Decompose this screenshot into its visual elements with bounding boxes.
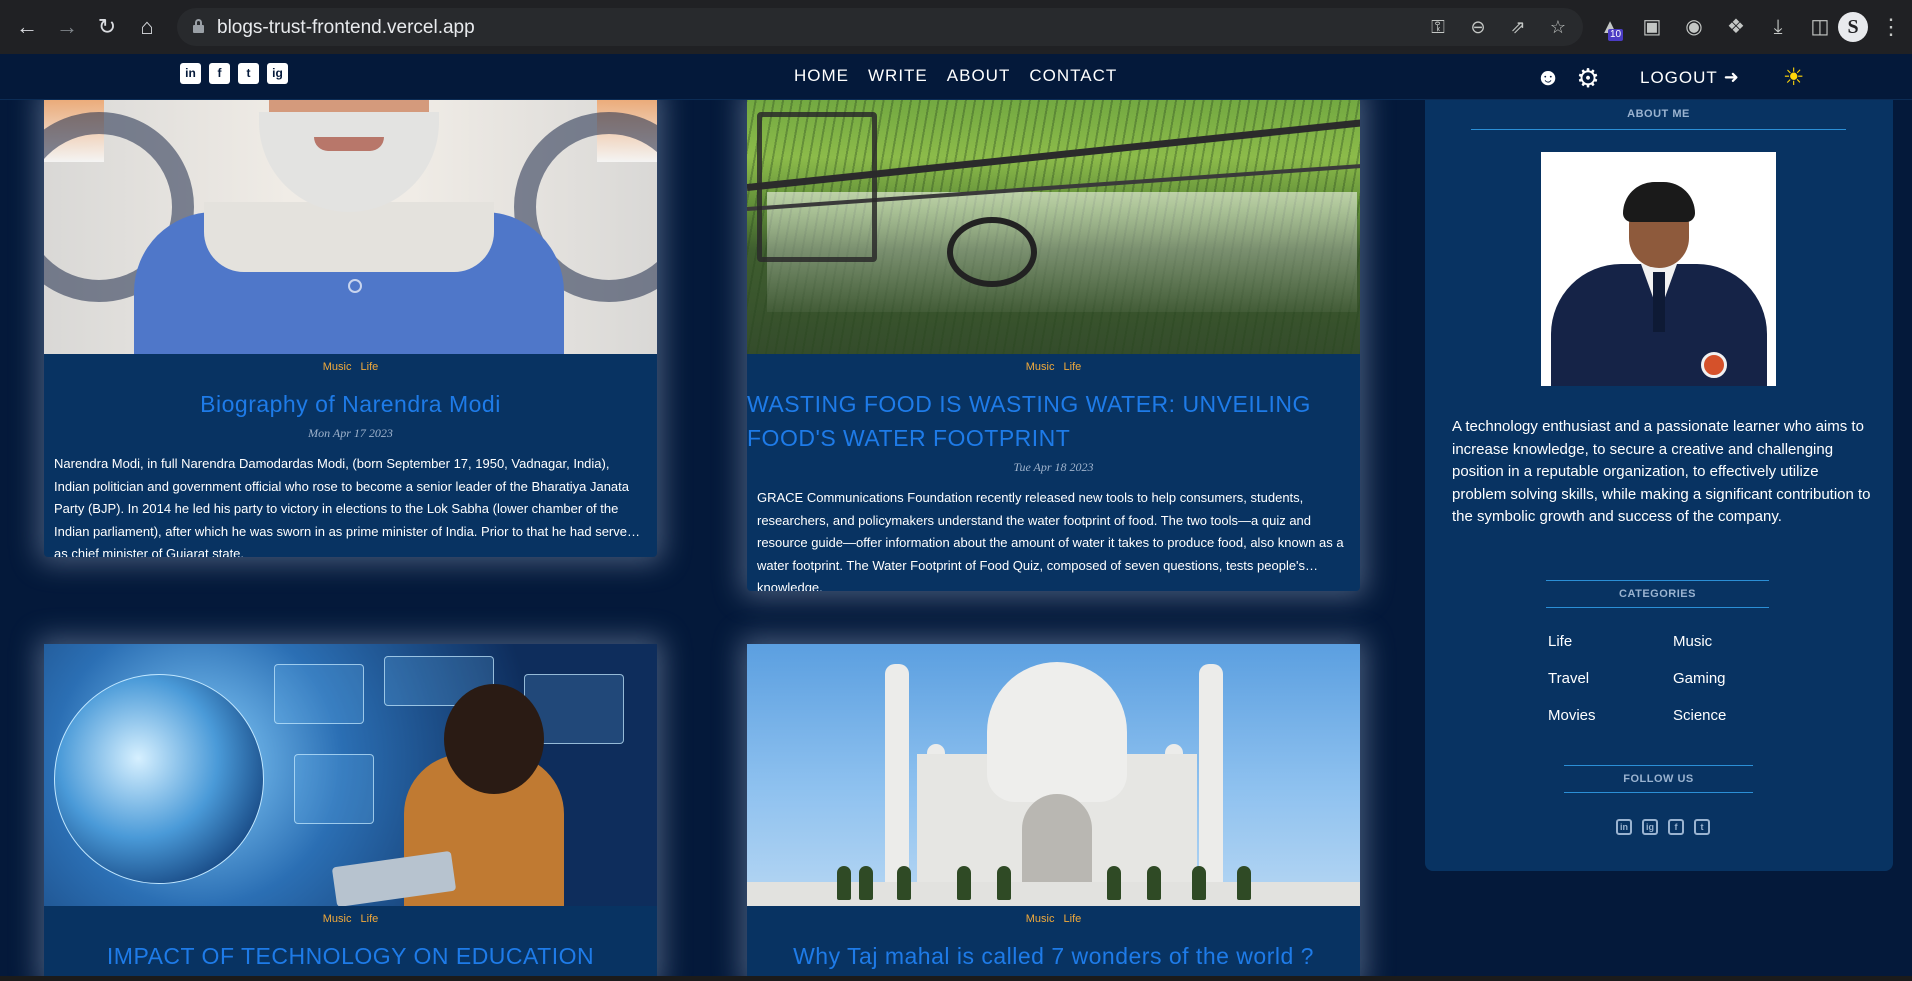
camera-extension-icon[interactable]: ◉	[1680, 9, 1708, 45]
menu-home[interactable]: HOME	[794, 66, 849, 86]
zoom-out-icon[interactable]: ⊖	[1465, 14, 1491, 40]
facebook-icon[interactable]: f	[209, 63, 230, 84]
post-date: Mon Apr 17 2023	[308, 426, 393, 440]
post-card[interactable]: Music Life WASTING FOOD IS WASTING WATER…	[747, 92, 1360, 591]
about-text: A technology enthusiast and a passionate…	[1452, 418, 1871, 526]
post-title[interactable]: WASTING FOOD IS WASTING WATER: UNVEILING…	[747, 387, 1360, 455]
category-life[interactable]: Life	[1548, 632, 1673, 651]
menu-write[interactable]: WRITE	[868, 66, 928, 86]
follow-title: FOLLOW US	[1564, 765, 1753, 793]
post-categories[interactable]: Music Life	[44, 361, 657, 373]
add-user-icon[interactable]: ☻	[1534, 64, 1562, 92]
profile-avatar[interactable]: S	[1838, 12, 1868, 42]
post-date: Tue Apr 18 2023	[1013, 460, 1094, 474]
post-card[interactable]: Music Life Biography of Narendra Modi Mo…	[44, 92, 657, 557]
category-movies[interactable]: Movies	[1548, 706, 1673, 725]
post-image[interactable]	[747, 92, 1360, 354]
reload-icon[interactable]: ↻	[89, 9, 125, 45]
post-image[interactable]	[747, 644, 1360, 906]
address-bar[interactable]: blogs-trust-frontend.vercel.app ⚿ ⊖ ⇗ ☆	[177, 8, 1583, 46]
menu-contact[interactable]: CONTACT	[1029, 66, 1117, 86]
sidebar: ABOUT ME A technology enthusiast and a p…	[1425, 96, 1893, 871]
star-icon[interactable]: ☆	[1545, 14, 1571, 40]
about-title: ABOUT ME	[1471, 108, 1846, 130]
linkedin-icon[interactable]: in	[1616, 819, 1632, 835]
post-categories[interactable]: Music Life	[747, 361, 1360, 373]
post-card[interactable]: Music Life Why Taj mahal is called 7 won…	[747, 644, 1360, 981]
twitter-icon[interactable]: t	[1694, 819, 1710, 835]
lock-icon[interactable]	[193, 19, 204, 33]
category-music[interactable]: Music	[1673, 632, 1788, 651]
category-science[interactable]: Science	[1673, 706, 1788, 725]
post-categories[interactable]: Music Life	[747, 913, 1360, 925]
puzzle-icon[interactable]: ❖	[1722, 9, 1750, 45]
download-icon[interactable]: ⤓	[1764, 9, 1792, 45]
nav-actions: ☻ ⚙ LOGOUT ➜ ☀	[1534, 63, 1804, 92]
menu-icon[interactable]: ⋮	[1880, 9, 1902, 45]
follow-links: in ig f t	[1616, 819, 1710, 835]
window-bottom-edge	[0, 976, 1912, 981]
sun-icon[interactable]: ☀	[1783, 63, 1805, 92]
post-title[interactable]: IMPACT OF TECHNOLOGY ON EDUCATION	[44, 939, 657, 973]
key-icon[interactable]: ⚿	[1425, 14, 1451, 40]
main-menu: HOME WRITE ABOUT CONTACT	[794, 66, 1117, 86]
post-card[interactable]: Music Life IMPACT OF TECHNOLOGY ON EDUCA…	[44, 644, 657, 981]
home-icon[interactable]: ⌂	[129, 9, 165, 45]
extension-icon[interactable]: ▲ 10	[1596, 9, 1624, 45]
logout-button[interactable]: LOGOUT	[1640, 68, 1718, 88]
category-gaming[interactable]: Gaming	[1673, 669, 1788, 688]
post-title[interactable]: Biography of Narendra Modi	[44, 387, 657, 421]
linkedin-icon[interactable]: in	[180, 63, 201, 84]
extension-badge: 10	[1608, 29, 1624, 41]
url-text[interactable]: blogs-trust-frontend.vercel.app	[217, 17, 475, 39]
post-image[interactable]	[44, 644, 657, 906]
instagram-icon[interactable]: ig	[1642, 819, 1658, 835]
instagram-icon[interactable]: ig	[267, 63, 288, 84]
post-excerpt: GRACE Communications Foundation recently…	[757, 490, 1344, 591]
menu-about[interactable]: ABOUT	[947, 66, 1011, 86]
post-image[interactable]	[44, 92, 657, 354]
category-list: Life Music Travel Gaming Movies Science	[1548, 632, 1788, 725]
facebook-icon[interactable]: f	[1668, 819, 1684, 835]
logout-icon[interactable]: ➜	[1724, 67, 1739, 88]
post-title[interactable]: Why Taj mahal is called 7 wonders of the…	[747, 939, 1360, 973]
gear-icon[interactable]: ⚙	[1574, 64, 1602, 92]
post-categories[interactable]: Music Life	[44, 913, 657, 925]
back-icon[interactable]: ←	[9, 9, 45, 45]
post-excerpt: Narendra Modi, in full Narendra Damodard…	[54, 456, 635, 557]
browser-toolbar: ← → ↻ ⌂ blogs-trust-frontend.vercel.app …	[0, 0, 1912, 54]
site-navbar: in f t ig HOME WRITE ABOUT CONTACT ☻ ⚙ L…	[0, 54, 1912, 100]
twitter-icon[interactable]: t	[238, 63, 259, 84]
sidepanel-icon[interactable]: ◫	[1806, 9, 1834, 45]
author-photo	[1541, 152, 1776, 386]
forward-icon[interactable]: →	[49, 9, 85, 45]
screenshot-icon[interactable]: ▣	[1638, 9, 1666, 45]
categories-title: CATEGORIES	[1546, 580, 1769, 608]
share-icon[interactable]: ⇗	[1505, 14, 1531, 40]
social-links: in f t ig	[180, 63, 288, 84]
category-travel[interactable]: Travel	[1548, 669, 1673, 688]
